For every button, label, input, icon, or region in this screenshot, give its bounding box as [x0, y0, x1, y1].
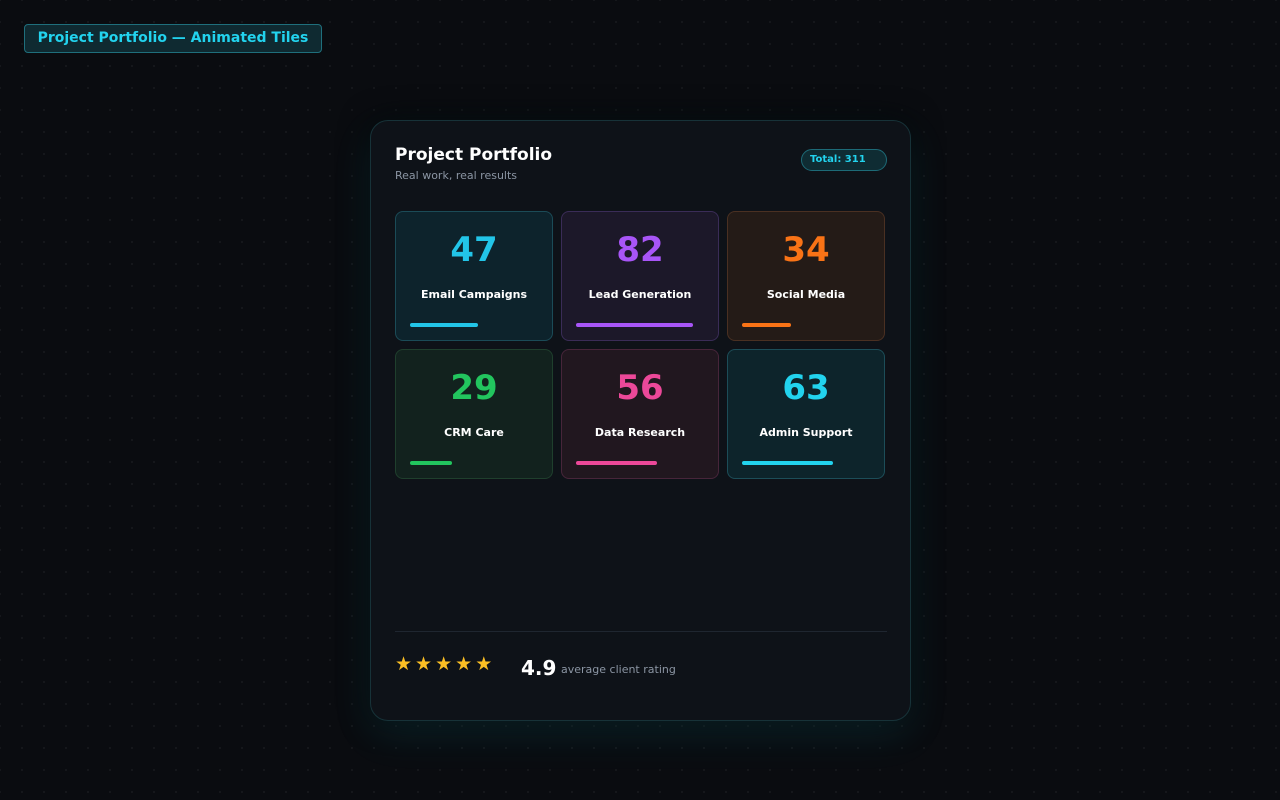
total-badge: Total: 311: [801, 149, 887, 171]
star-icon: ★: [475, 653, 496, 675]
tile-label: Data Research: [594, 426, 686, 439]
tile-progress-bar: [576, 323, 693, 327]
tile-data-research[interactable]: 56 Data Research: [561, 349, 719, 479]
page-title-badge: Project Portfolio — Animated Tiles: [24, 24, 322, 53]
star-icon: ★: [395, 653, 416, 675]
tile-progress-bar: [742, 461, 833, 465]
tile-value: 34: [782, 230, 830, 270]
rating-stars: ★★★★★: [395, 653, 495, 675]
tile-email-campaigns[interactable]: 47 Email Campaigns: [395, 211, 553, 341]
tile-label: Lead Generation: [588, 288, 692, 301]
portfolio-card: Project Portfolio Real work, real result…: [370, 120, 911, 721]
divider: [395, 631, 887, 632]
tile-label: Social Media: [766, 288, 846, 301]
card-subtitle: Real work, real results: [395, 169, 518, 182]
tile-value: 47: [450, 230, 498, 270]
tile-progress-bar: [576, 461, 657, 465]
star-icon: ★: [415, 653, 436, 675]
card-title: Project Portfolio: [395, 145, 553, 165]
tile-admin-support[interactable]: 63 Admin Support: [727, 349, 885, 479]
tile-value: 29: [450, 368, 498, 408]
star-icon: ★: [435, 653, 456, 675]
tile-value: 82: [616, 230, 664, 270]
rating-caption: average client rating: [561, 663, 676, 676]
tile-crm-care[interactable]: 29 CRM Care: [395, 349, 553, 479]
tile-label: Email Campaigns: [420, 288, 528, 301]
tile-value: 56: [616, 368, 664, 408]
tile-label: Admin Support: [759, 426, 853, 439]
tile-label: CRM Care: [444, 426, 504, 439]
tile-progress-bar: [742, 323, 791, 327]
tile-lead-generation[interactable]: 82 Lead Generation: [561, 211, 719, 341]
star-icon: ★: [455, 653, 476, 675]
tile-social-media[interactable]: 34 Social Media: [727, 211, 885, 341]
tile-value: 63: [782, 368, 830, 408]
rating-value: 4.9: [521, 656, 557, 680]
tile-progress-bar: [410, 323, 478, 327]
tile-progress-bar: [410, 461, 452, 465]
tile-grid: 47 Email Campaigns 82 Lead Generation 34…: [395, 211, 885, 479]
